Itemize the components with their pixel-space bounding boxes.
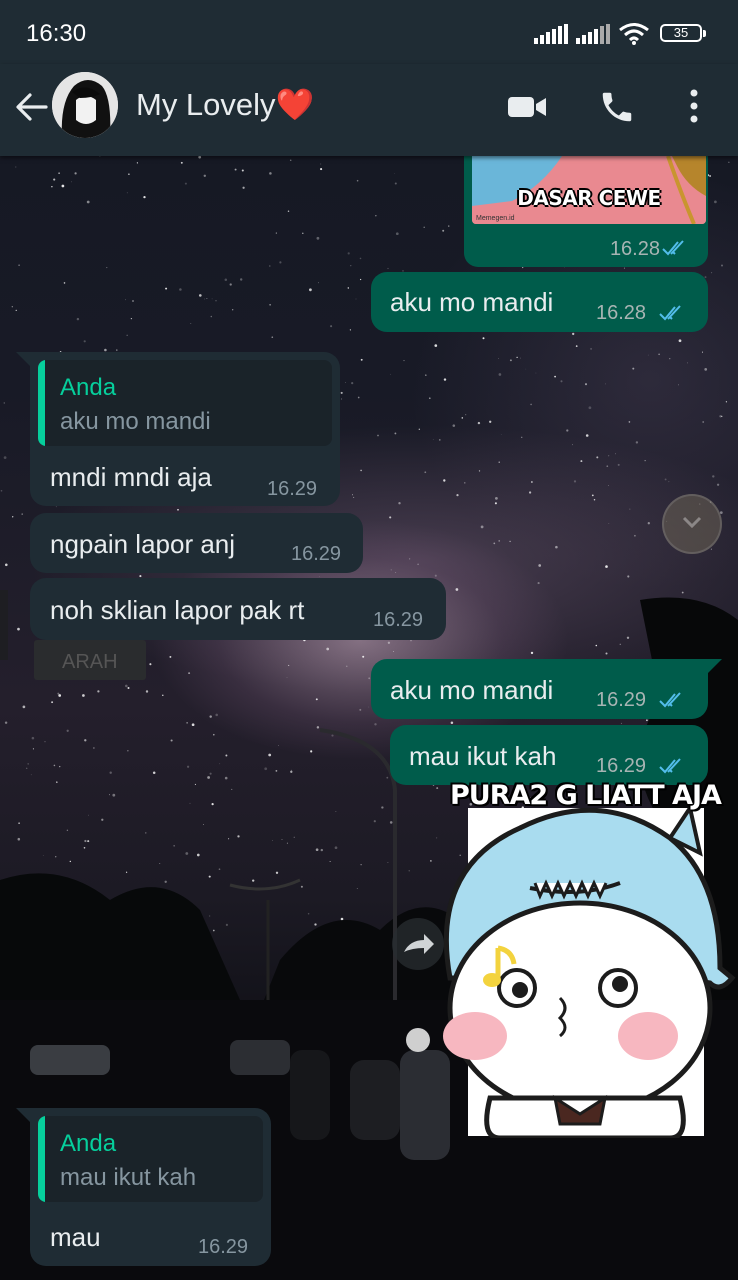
quote-accent-bar bbox=[38, 360, 45, 446]
bubble-tail bbox=[708, 659, 722, 673]
sticker-caption: PURA2 G LIATT AJA bbox=[450, 780, 722, 811]
message-bubble-incoming[interactable]: Anda aku mo mandi mndi mndi aja 16.29 bbox=[30, 352, 340, 506]
avatar-image bbox=[52, 72, 118, 138]
clock: 16:30 bbox=[26, 20, 87, 47]
message-time: 16.29 bbox=[267, 478, 318, 500]
quote-accent-bar bbox=[38, 1116, 45, 1202]
message-time: 16.29 bbox=[198, 1236, 249, 1258]
message-text: mau ikut kah bbox=[409, 741, 557, 771]
phone-call-icon[interactable] bbox=[598, 88, 636, 126]
read-ticks-icon bbox=[659, 758, 681, 774]
message-time: 16.29 bbox=[373, 609, 424, 631]
wifi-icon bbox=[619, 23, 649, 45]
message-text: noh sklian lapor pak rt bbox=[50, 595, 305, 625]
bubble-tail bbox=[16, 1108, 30, 1122]
street-sign-text: ARAH bbox=[62, 651, 118, 673]
message-bubble-incoming[interactable]: noh sklian lapor pak rt 16.29 bbox=[30, 578, 446, 640]
message-time: 16.28 bbox=[609, 238, 660, 260]
message-bubble-outgoing[interactable]: aku mo mandi 16.29 bbox=[371, 659, 708, 719]
message-text: mau bbox=[50, 1222, 101, 1252]
message-text: aku mo mandi bbox=[390, 287, 554, 317]
scroll-down-button[interactable] bbox=[662, 494, 722, 554]
battery-tip bbox=[703, 30, 706, 37]
meme-watermark: Memegen.id bbox=[476, 215, 515, 222]
video-call-icon[interactable] bbox=[506, 92, 548, 122]
battery-indicator: 35 bbox=[660, 24, 702, 42]
quoted-message[interactable]: Anda aku mo mandi bbox=[38, 360, 332, 446]
status-bar: 16:30 35 bbox=[0, 0, 738, 64]
signal-icon bbox=[534, 24, 568, 44]
sticker-image[interactable] bbox=[420, 778, 738, 1138]
message-time: 16.29 bbox=[596, 689, 647, 711]
read-ticks-icon bbox=[659, 305, 681, 321]
quote-text: mau ikut kah bbox=[60, 1164, 197, 1191]
message-text: mndi mndi aja bbox=[50, 462, 212, 492]
message-bubble-incoming[interactable]: ngpain lapor anj 16.29 bbox=[30, 513, 363, 573]
message-text: ngpain lapor anj bbox=[50, 529, 236, 559]
message-time: 16.28 bbox=[596, 302, 647, 324]
quote-author: Anda bbox=[60, 374, 117, 401]
meme-caption: DASAR CEWE bbox=[517, 186, 661, 210]
chat-header: My Lovely❤️ bbox=[0, 64, 738, 156]
read-ticks-icon bbox=[662, 240, 684, 256]
quoted-message[interactable]: Anda mau ikut kah bbox=[38, 1116, 263, 1202]
message-time: 16.29 bbox=[596, 755, 647, 777]
bubble-tail bbox=[16, 352, 30, 366]
chevron-down-icon bbox=[682, 516, 702, 529]
back-arrow-icon[interactable] bbox=[14, 90, 48, 124]
meme-image[interactable]: DASAR CEWE Memegen.id bbox=[472, 156, 706, 224]
message-bubble-outgoing[interactable]: aku mo mandi 16.28 bbox=[371, 272, 708, 332]
avatar[interactable] bbox=[52, 72, 118, 138]
quote-text: aku mo mandi bbox=[60, 408, 211, 435]
message-bubble-outgoing[interactable]: mau ikut kah 16.29 bbox=[390, 725, 708, 785]
quote-author: Anda bbox=[60, 1130, 117, 1157]
contact-name[interactable]: My Lovely❤️ bbox=[136, 86, 314, 123]
signal-icon-2 bbox=[576, 24, 610, 44]
message-time: 16.29 bbox=[291, 543, 342, 565]
more-options-icon[interactable] bbox=[686, 88, 702, 124]
message-text: aku mo mandi bbox=[390, 675, 554, 705]
message-bubble-incoming[interactable]: Anda mau ikut kah mau 16.29 bbox=[30, 1108, 271, 1266]
read-ticks-icon bbox=[659, 692, 681, 708]
